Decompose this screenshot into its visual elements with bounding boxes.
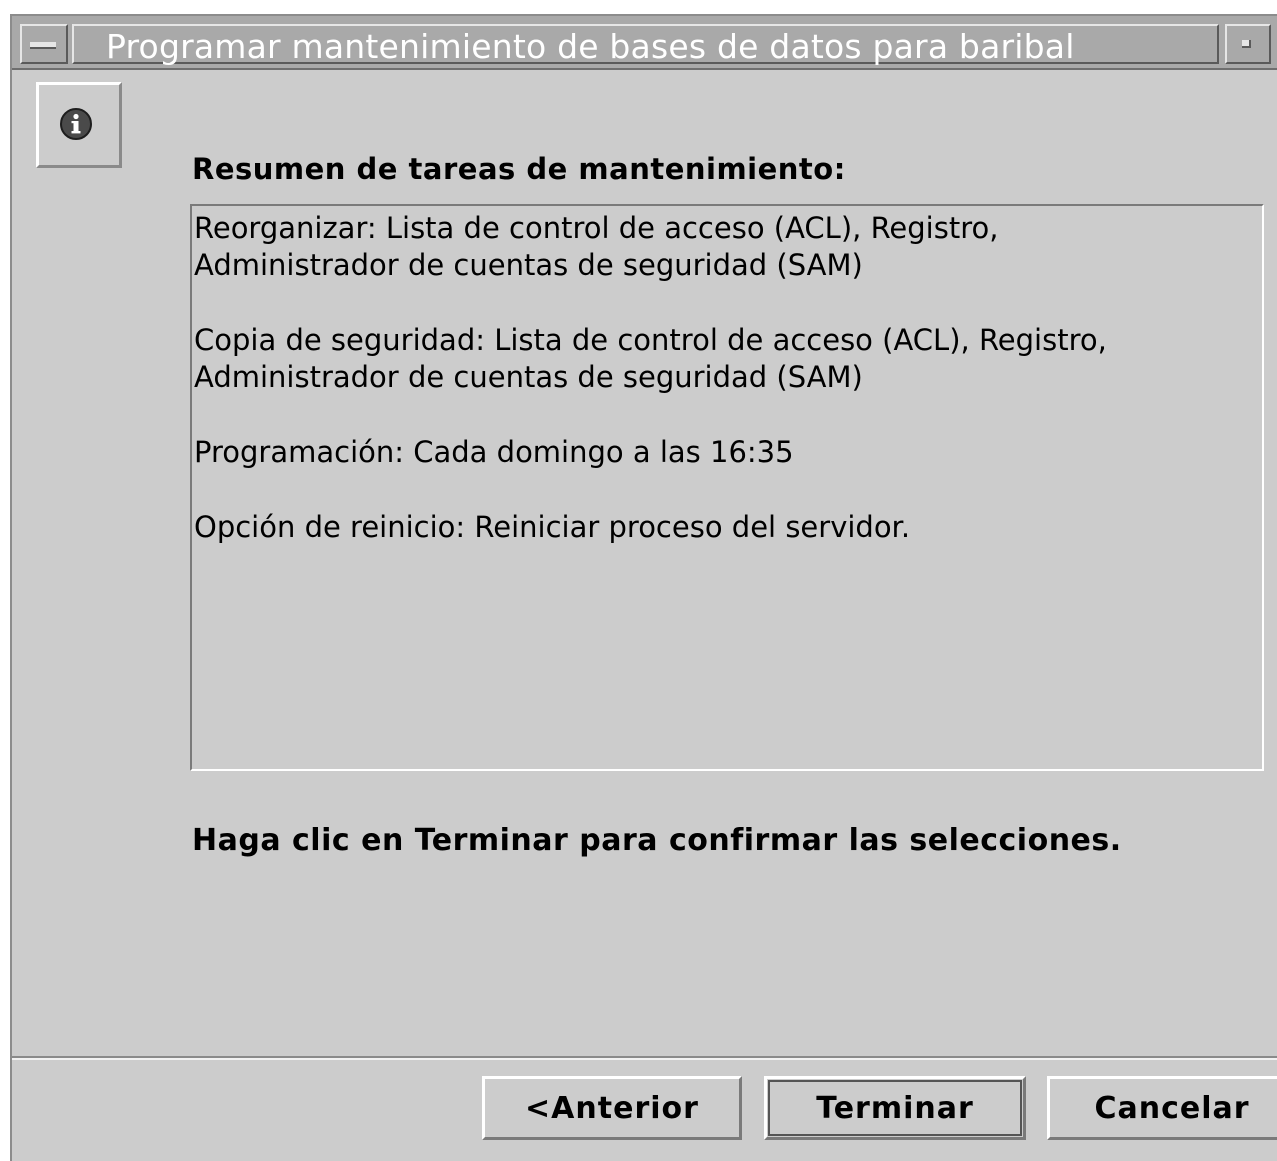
window-title: Programar mantenimiento de bases de dato… [106, 27, 1075, 66]
summary-heading: Resumen de tareas de mantenimiento: [192, 152, 846, 186]
info-icon [60, 108, 92, 140]
summary-line-restart: Opción de reinicio: Reiniciar proceso de… [194, 510, 911, 544]
title-bar[interactable]: Programar mantenimiento de bases de dato… [12, 16, 1277, 70]
minimize-button[interactable] [1225, 24, 1271, 64]
cancel-button[interactable]: Cancelar [1047, 1076, 1277, 1140]
button-separator [12, 1056, 1277, 1060]
window-menu-button[interactable] [20, 24, 68, 64]
title-area[interactable]: Programar mantenimiento de bases de dato… [72, 24, 1219, 66]
summary-line-schedule: Programación: Cada domingo a las 16:35 [194, 435, 794, 469]
confirm-instruction: Haga clic en Terminar para confirmar las… [192, 823, 1122, 858]
dialog-window: Programar mantenimiento de bases de dato… [10, 14, 1277, 1161]
minimize-icon [1242, 40, 1251, 48]
previous-button[interactable]: <Anterior [482, 1076, 742, 1140]
window-menu-icon [30, 42, 56, 49]
summary-text-area[interactable]: Reorganizar: Lista de control de acceso … [190, 204, 1264, 771]
summary-line-reorganize: Reorganizar: Lista de control de acceso … [194, 211, 999, 282]
finish-button[interactable]: Terminar [764, 1076, 1026, 1140]
info-panel [36, 82, 122, 168]
summary-line-backup: Copia de seguridad: Lista de control de … [194, 323, 1107, 394]
